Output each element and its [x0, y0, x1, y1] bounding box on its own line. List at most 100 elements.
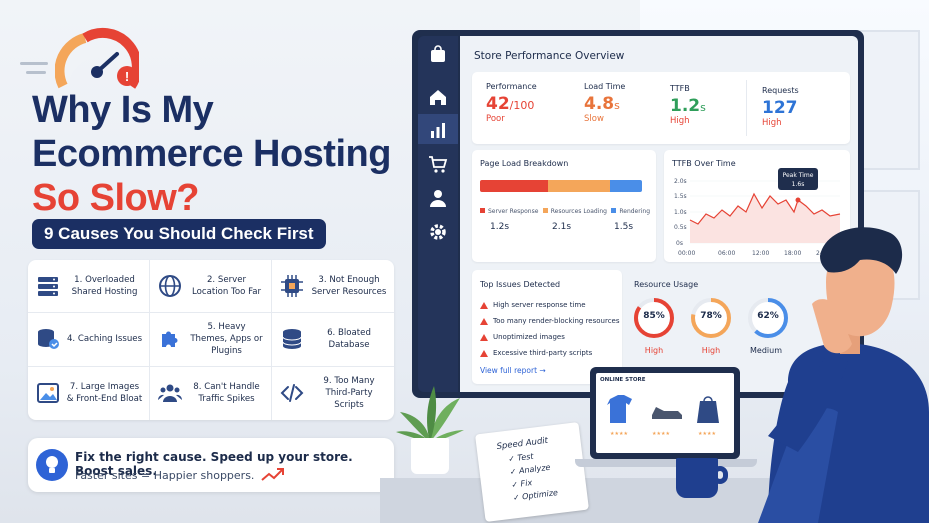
- page-load-breakdown-card: Page Load Breakdown Server Response Reso…: [472, 150, 656, 262]
- legend-label: Server Response: [488, 208, 539, 215]
- kpi-status: High: [670, 116, 690, 126]
- cause-item: 7. Large Images & Front-End Bloat: [28, 366, 150, 420]
- ring-value: 78%: [700, 311, 722, 321]
- user-icon[interactable]: [428, 188, 448, 208]
- x-tick: 00:00: [678, 250, 695, 257]
- breakdown-title: Page Load Breakdown: [480, 159, 569, 168]
- cause-item: 1. Overloaded Shared Hosting: [28, 260, 150, 314]
- cause-label: 8. Can't Handle Traffic Spikes: [193, 382, 260, 405]
- headline-line-2: Ecommerce Hosting: [32, 133, 391, 175]
- breakdown-value: 1.5s: [614, 222, 634, 232]
- breakdown-value: 1.2s: [490, 222, 510, 232]
- issue-text: Unoptimized images: [493, 333, 565, 341]
- notebook-item: ✓ Fix: [510, 478, 533, 490]
- shopping-bag-icon[interactable]: [428, 44, 448, 64]
- cause-item: 6. Bloated Database: [272, 313, 394, 367]
- kpi-performance: Performance 42/100 Poor: [486, 82, 537, 124]
- server-icon: [38, 277, 58, 297]
- notebook-item: ✓ Analyze: [509, 462, 551, 477]
- breakdown-segment: [609, 180, 642, 192]
- gear-icon[interactable]: [428, 222, 448, 242]
- cause-label: 5. Heavy Themes, Apps or Plugins: [190, 322, 263, 357]
- cause-label: 9. Too Many Third-Party Scripts: [323, 376, 375, 411]
- plant-pot: [411, 438, 449, 474]
- cart-icon[interactable]: [428, 154, 448, 174]
- notebook-item-text: Test: [516, 451, 535, 463]
- kpi-status: High: [762, 118, 782, 128]
- breakdown-legend: Server Response: [480, 208, 538, 215]
- users-icon: [158, 384, 182, 403]
- dashboard-title: Store Performance Overview: [474, 50, 625, 62]
- kpi-value: 127: [762, 98, 798, 118]
- plant: [396, 386, 464, 442]
- cta-sub-text: Faster sites = Happier shoppers.: [75, 469, 255, 482]
- kpi-label: Load Time: [584, 82, 626, 91]
- mug-handle: [712, 466, 728, 484]
- cause-label: 1. Overloaded Shared Hosting: [71, 275, 138, 298]
- cause-item: 4. Caching Issues: [28, 313, 150, 367]
- notebook-item: ✓ Optimize: [512, 488, 559, 503]
- home-icon[interactable]: [428, 87, 448, 107]
- kpi-value: 42: [486, 94, 510, 114]
- kpi-label: Requests: [762, 86, 799, 95]
- bag-icon: [697, 401, 719, 423]
- cause-label: 2. Server Location Too Far: [191, 275, 262, 298]
- ring-status: High: [701, 346, 721, 355]
- cache-database-icon: [38, 329, 59, 350]
- cause-item: 3. Not Enough Server Resources: [272, 260, 394, 314]
- notebook-item: ✓ Test: [507, 451, 535, 464]
- legend-label: Rendering: [619, 208, 650, 215]
- notebook-item-text: Fix: [520, 478, 533, 489]
- y-tick: 2.0s: [674, 178, 687, 185]
- headline: Why Is My Ecommerce Hosting So Slow?: [32, 88, 391, 220]
- causes-grid: 1. Overloaded Shared Hosting 2. Server L…: [28, 260, 394, 420]
- bar-chart-icon[interactable]: [428, 120, 448, 140]
- tshirt-icon: [607, 395, 632, 423]
- kpi-requests: Requests 127 High: [762, 86, 799, 128]
- ring-status: High: [644, 346, 664, 355]
- headline-line-1: Why Is My: [32, 89, 214, 131]
- warning-icon: [480, 317, 488, 325]
- breakdown-legend: Resources Loading: [542, 208, 607, 215]
- breakdown-legend: Rendering: [611, 208, 650, 215]
- cta-card: Fix the right cause. Speed up your store…: [28, 438, 394, 492]
- breakdown-bar: [480, 180, 642, 192]
- breakdown-segment: [480, 180, 549, 192]
- issue-text: High server response time: [493, 301, 586, 309]
- svg-text:★★★★: ★★★★: [610, 431, 628, 437]
- notebook: Speed Audit ✓ Test ✓ Analyze ✓ Fix ✓ Opt…: [475, 421, 589, 523]
- kpi-label: TTFB: [670, 84, 690, 93]
- headline-line-3: So Slow?: [32, 177, 199, 219]
- view-full-report-link[interactable]: View full report →: [480, 366, 546, 375]
- resources-title: Resource Usage: [634, 280, 699, 289]
- tooltip-value: 1.6s: [792, 181, 805, 188]
- cause-item: 8. Can't Handle Traffic Spikes: [150, 366, 272, 420]
- kpi-unit: /100: [509, 99, 535, 112]
- issue-text: Excessive third-party scripts: [493, 349, 593, 357]
- lightbulb-icon: [36, 449, 68, 481]
- warning-icon: [480, 349, 488, 357]
- notebook-item-text: Analyze: [518, 462, 551, 476]
- svg-text:!: !: [125, 69, 129, 84]
- warning-icon: [480, 333, 488, 341]
- kpi-unit: s: [700, 101, 706, 114]
- kpi-status: Slow: [584, 114, 604, 124]
- breakdown-value: 2.1s: [552, 222, 572, 232]
- svg-text:★★★★: ★★★★: [698, 431, 716, 437]
- issue-item: Excessive third-party scripts: [480, 345, 620, 361]
- kpi-status: Poor: [486, 114, 505, 124]
- kpi-value: 4.8: [584, 94, 615, 114]
- image-icon: [37, 383, 59, 404]
- cause-item: 2. Server Location Too Far: [150, 260, 272, 314]
- kpi-ttfb: TTFB 1.2s High: [670, 84, 706, 126]
- laptop-screen: ONLINE STORE ★★★★ ★★★★ ★★★★: [596, 373, 734, 453]
- store-label: ONLINE STORE: [600, 377, 646, 383]
- cause-item: 5. Heavy Themes, Apps or Plugins: [150, 313, 272, 367]
- issue-text: Too many render-blocking resources: [493, 317, 620, 325]
- breakdown-segment: [548, 180, 610, 192]
- issue-item: Unoptimized images: [480, 329, 620, 345]
- cause-label: 6. Bloated Database: [327, 328, 371, 351]
- kpi-unit: s: [614, 99, 620, 112]
- issue-item: High server response time: [480, 297, 620, 313]
- chip-icon: [281, 275, 303, 298]
